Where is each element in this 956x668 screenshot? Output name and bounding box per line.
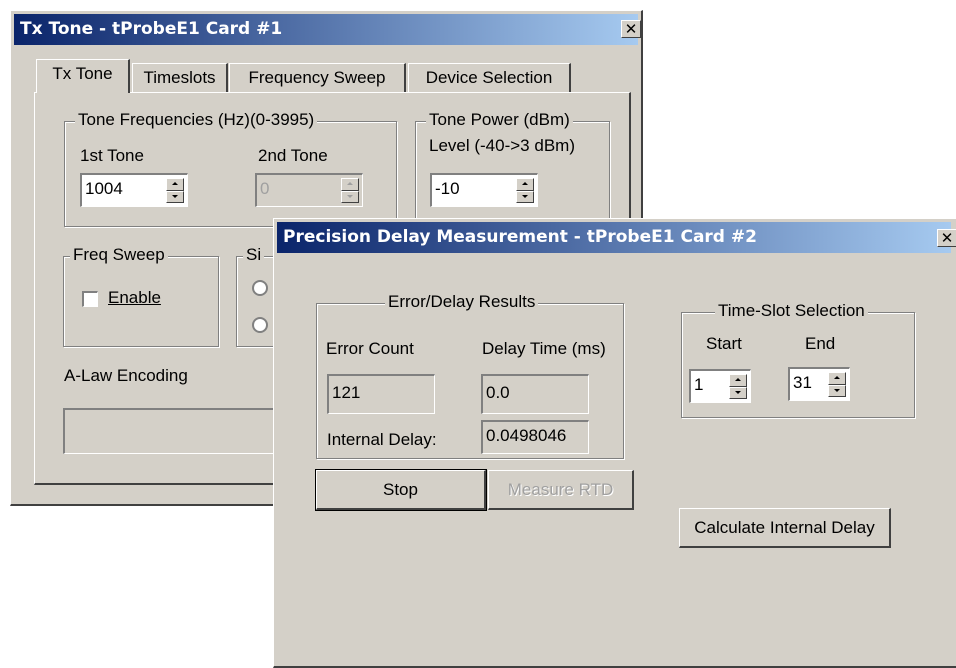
end-label: End	[805, 334, 836, 353]
tone-power-group: Tone Power (dBm) Level (-40->3 dBm) -10	[415, 110, 610, 227]
tone-power-spinner[interactable]	[516, 178, 534, 203]
tone-level-label: Level (-40->3 dBm)	[429, 136, 575, 155]
stop-button[interactable]: Stop	[315, 469, 487, 511]
error-count-field: 121	[327, 374, 435, 414]
error-delay-results-group: Error/Delay Results Error Count Delay Ti…	[316, 292, 624, 459]
internal-delay-label: Internal Delay:	[327, 430, 437, 449]
tone-power-title: Tone Power (dBm)	[426, 110, 573, 130]
time-slot-selection-group: Time-Slot Selection Start End 1 31	[681, 301, 915, 418]
signal-radio-1[interactable]	[252, 280, 268, 296]
tab-timeslots[interactable]: Timeslots	[132, 63, 228, 93]
delay-time-label: Delay Time (ms)	[482, 339, 606, 358]
internal-delay-field: 0.0498046	[481, 420, 589, 454]
start-slot-input[interactable]: 1	[689, 369, 751, 403]
precision-delay-title: Precision Delay Measurement - tProbeE1 C…	[277, 222, 951, 253]
enable-label: Enable	[108, 288, 161, 307]
first-tone-spinner[interactable]	[166, 178, 184, 203]
signal-radio-2[interactable]	[252, 317, 268, 333]
freq-sweep-title: Freq Sweep	[70, 245, 168, 265]
calculate-internal-delay-button[interactable]: Calculate Internal Delay	[679, 508, 891, 548]
tone-frequencies-group: Tone Frequencies (Hz)(0-3995) 1st Tone 1…	[64, 110, 397, 227]
tx-close-button[interactable]: ✕	[621, 20, 641, 38]
error-delay-results-title: Error/Delay Results	[385, 292, 539, 312]
encoding-label: A-Law Encoding	[64, 366, 188, 385]
tx-tone-title: Tx Tone - tProbeE1 Card #1	[14, 14, 638, 45]
close-icon: ✕	[940, 229, 954, 247]
tone-frequencies-title: Tone Frequencies (Hz)(0-3995)	[75, 110, 318, 130]
end-slot-spinner[interactable]	[828, 372, 846, 397]
time-slot-selection-title: Time-Slot Selection	[715, 301, 868, 321]
enable-checkbox[interactable]	[82, 291, 98, 307]
first-tone-input[interactable]: 1004	[80, 173, 188, 207]
tone-power-input[interactable]: -10	[430, 173, 538, 207]
delay-time-field: 0.0	[481, 374, 589, 414]
second-tone-label: 2nd Tone	[258, 146, 328, 165]
freq-sweep-group: Freq Sweep Enable	[63, 245, 219, 347]
precision-delay-window: Precision Delay Measurement - tProbeE1 C…	[273, 218, 956, 668]
signal-group-title: Si	[243, 245, 265, 265]
tab-device-selection[interactable]: Device Selection	[408, 63, 571, 93]
start-label: Start	[706, 334, 742, 353]
second-tone-input: 0	[255, 173, 363, 207]
end-slot-input[interactable]: 31	[788, 367, 850, 401]
start-slot-spinner[interactable]	[729, 374, 747, 399]
measure-rtd-button: Measure RTD	[488, 470, 634, 510]
tab-frequency-sweep[interactable]: Frequency Sweep	[229, 63, 406, 93]
tab-tx-tone[interactable]: Tx Tone	[36, 59, 130, 93]
pd-close-button[interactable]: ✕	[937, 229, 956, 247]
first-tone-label: 1st Tone	[80, 146, 144, 165]
close-icon: ✕	[624, 20, 638, 38]
error-count-label: Error Count	[326, 339, 414, 358]
second-tone-spinner	[341, 178, 359, 203]
